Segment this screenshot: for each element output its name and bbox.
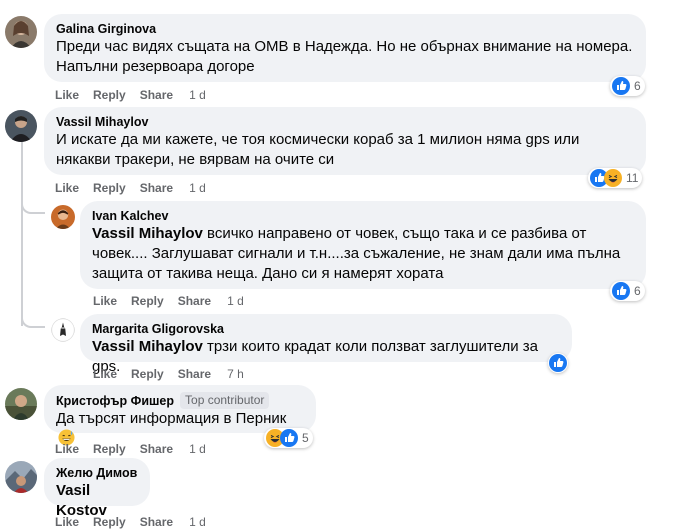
like-reaction-icon	[280, 429, 298, 447]
reply-button[interactable]: Reply	[93, 87, 126, 103]
like-button[interactable]: Like	[93, 293, 117, 309]
comment-author[interactable]: Кристофър Фишер	[56, 393, 174, 409]
comment-bubble: Кристофър Фишер Top contributor Да търся…	[44, 385, 316, 446]
like-reaction-icon	[612, 282, 630, 300]
comment-timestamp[interactable]: 1 d	[189, 180, 206, 196]
comment-timestamp[interactable]: 1 d	[189, 514, 206, 530]
reaction-summary[interactable]	[548, 353, 568, 373]
reply-button[interactable]: Reply	[93, 441, 126, 457]
reply-button[interactable]: Reply	[93, 514, 126, 530]
like-button[interactable]: Like	[55, 87, 79, 103]
like-button[interactable]: Like	[55, 180, 79, 196]
share-button[interactable]: Share	[178, 366, 211, 382]
avatar[interactable]	[51, 205, 75, 229]
reply-bubble: Margarita Gligorovska Vassil Mihaylov тр…	[80, 314, 572, 375]
thread-connector	[21, 198, 45, 214]
comment-bubble: Vassil Mihaylov И искате да ми кажете, ч…	[44, 107, 646, 175]
reaction-count: 11	[626, 171, 639, 185]
avatar[interactable]	[5, 461, 37, 493]
comment-bubble: Желю Димов Vasil Kostov	[44, 458, 150, 519]
share-button[interactable]: Share	[178, 293, 211, 309]
share-button[interactable]: Share	[140, 514, 173, 530]
like-reaction-icon	[549, 354, 567, 372]
avatar[interactable]	[5, 110, 37, 142]
top-contributor-badge[interactable]: Top contributor	[180, 392, 270, 409]
reaction-summary[interactable]: 6	[610, 281, 645, 301]
reaction-count: 5	[302, 431, 309, 445]
reply-button[interactable]: Reply	[131, 293, 164, 309]
comment-timestamp[interactable]: 7 h	[227, 366, 244, 382]
comment-actions: Like Reply Share 1 d	[55, 514, 220, 530]
reply-button[interactable]: Reply	[131, 366, 164, 382]
avatar[interactable]	[51, 318, 75, 342]
comment-text: Vassil Mihaylov всичко направено от чове…	[92, 225, 621, 282]
comment-author[interactable]: Ivan Kalchev	[92, 208, 634, 224]
comment-author[interactable]: Vassil Mihaylov	[56, 114, 634, 130]
thread-line	[21, 141, 23, 326]
share-button[interactable]: Share	[140, 87, 173, 103]
reaction-summary[interactable]: 6	[610, 76, 645, 96]
comment-actions: Like Reply Share 1 d	[55, 441, 220, 457]
comment-timestamp[interactable]: 1 d	[189, 441, 206, 457]
comment-actions: Like Reply Share 1 d	[55, 180, 220, 196]
comment-actions: Like Reply Share 1 d	[93, 293, 258, 309]
comment-actions: Like Reply Share 7 h	[93, 366, 258, 382]
comment-timestamp[interactable]: 1 d	[189, 87, 206, 103]
avatar[interactable]	[5, 388, 37, 420]
reply-button[interactable]: Reply	[93, 180, 126, 196]
thread-connector	[21, 310, 45, 328]
comment-timestamp[interactable]: 1 d	[227, 293, 244, 309]
comment-author[interactable]: Margarita Gligorovska	[92, 321, 560, 337]
haha-reaction-icon	[604, 169, 622, 187]
like-button[interactable]: Like	[55, 441, 79, 457]
reaction-summary[interactable]: 11	[588, 168, 643, 188]
share-button[interactable]: Share	[140, 441, 173, 457]
comment-text: И искате да ми кажете, че тоя космически…	[56, 131, 580, 168]
comment-text: Преди час видях същата на ОМВ в Надежда.…	[56, 38, 633, 75]
like-button[interactable]: Like	[93, 366, 117, 382]
mention-link[interactable]: Vassil Mihaylov	[92, 338, 203, 355]
like-reaction-icon	[612, 77, 630, 95]
reaction-summary[interactable]: 5	[264, 428, 313, 448]
reaction-count: 6	[634, 284, 641, 298]
comment-author[interactable]: Galina Girginova	[56, 21, 634, 37]
reply-bubble: Ivan Kalchev Vassil Mihaylov всичко напр…	[80, 201, 646, 289]
like-button[interactable]: Like	[55, 514, 79, 530]
reaction-count: 6	[634, 79, 641, 93]
comment-bubble: Galina Girginova Преди час видях същата …	[44, 14, 646, 82]
comment-actions: Like Reply Share 1 d	[55, 87, 220, 103]
share-button[interactable]: Share	[140, 180, 173, 196]
avatar[interactable]	[5, 16, 37, 48]
comment-author[interactable]: Желю Димов	[56, 465, 138, 481]
mention-link[interactable]: Vassil Mihaylov	[92, 225, 203, 242]
